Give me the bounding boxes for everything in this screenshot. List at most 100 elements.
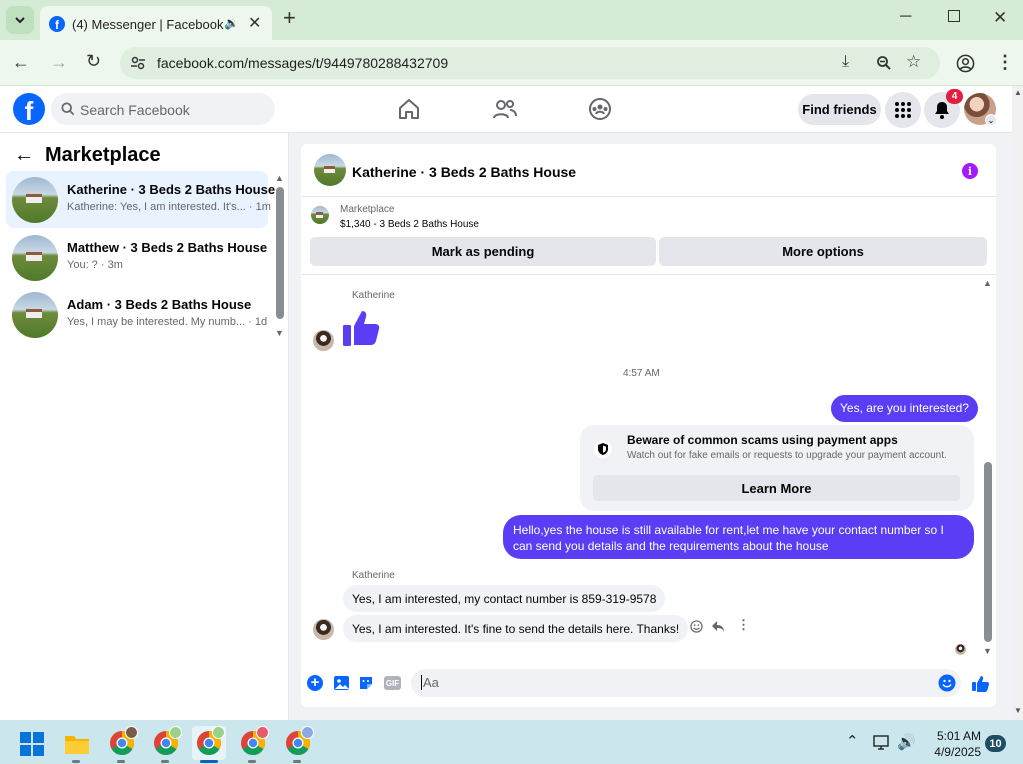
conversation-title: Katherine · 3 Beds 2 Baths House bbox=[67, 182, 276, 197]
sender-name: Katherine bbox=[352, 290, 395, 301]
reply-icon[interactable] bbox=[711, 620, 725, 633]
profile-badge bbox=[212, 726, 225, 739]
browser-menu-icon[interactable]: ⋮ bbox=[996, 52, 1014, 73]
running-indicator bbox=[293, 760, 301, 763]
chrome-profile-2-icon[interactable] bbox=[149, 726, 183, 760]
incoming-message[interactable]: Yes, I am interested, my contact number … bbox=[343, 585, 666, 612]
bookmark-star-icon[interactable]: ☆ bbox=[906, 52, 921, 72]
forward-arrow-icon[interactable]: → bbox=[50, 52, 68, 73]
scrollbar-thumb[interactable] bbox=[984, 462, 992, 642]
scam-warning-title: Beware of common scams using payment app… bbox=[627, 433, 898, 447]
scroll-up-icon[interactable]: ▲ bbox=[1014, 88, 1022, 97]
running-indicator bbox=[248, 760, 256, 763]
learn-more-button[interactable]: Learn More bbox=[593, 475, 960, 501]
friends-icon[interactable] bbox=[492, 98, 518, 120]
add-attachment-icon[interactable]: + bbox=[307, 675, 323, 691]
sender-avatar[interactable] bbox=[313, 330, 334, 351]
home-icon[interactable] bbox=[397, 98, 421, 120]
chrome-profile-5-icon[interactable] bbox=[281, 726, 315, 760]
conversation-item[interactable]: Matthew · 3 Beds 2 Baths House You: ? · … bbox=[6, 229, 268, 286]
gif-icon[interactable]: GIF bbox=[384, 676, 401, 690]
chat-title[interactable]: Katherine · 3 Beds 2 Baths House bbox=[352, 164, 576, 180]
tab-title: (4) Messenger | Facebook bbox=[72, 17, 224, 32]
conversation-list-scrollbar[interactable]: ▲ ▼ bbox=[275, 173, 285, 338]
conversation-preview: Yes, I may be interested. My numb... · 1… bbox=[67, 316, 268, 328]
clock-time[interactable]: 5:01 AM bbox=[929, 729, 981, 743]
address-bar[interactable]: facebook.com/messages/t/9449780288432709… bbox=[120, 47, 940, 79]
groups-icon[interactable] bbox=[588, 97, 612, 121]
notification-center-badge[interactable]: 10 bbox=[985, 735, 1006, 752]
back-arrow-icon[interactable]: ← bbox=[14, 144, 34, 167]
page-scrollbar[interactable]: ▲ ▼ bbox=[1012, 86, 1023, 720]
site-info-icon[interactable] bbox=[130, 55, 146, 71]
conversation-title: Matthew · 3 Beds 2 Baths House bbox=[67, 240, 268, 255]
profile-badge bbox=[301, 726, 314, 739]
facebook-favicon-icon: f bbox=[49, 16, 65, 32]
back-arrow-icon[interactable]: ← bbox=[12, 52, 30, 73]
clock-date[interactable]: 4/9/2025 bbox=[929, 745, 981, 759]
scroll-down-icon[interactable]: ▼ bbox=[275, 328, 284, 338]
outgoing-message[interactable]: Yes, are you interested? bbox=[831, 395, 978, 422]
more-options-button[interactable]: More options bbox=[659, 237, 987, 266]
info-icon[interactable]: i bbox=[962, 163, 978, 179]
listing-price-title[interactable]: $1,340 - 3 Beds 2 Baths House bbox=[340, 219, 479, 230]
chat-window: Katherine · 3 Beds 2 Baths House i Marke… bbox=[301, 144, 996, 707]
windows-start-icon[interactable] bbox=[20, 732, 44, 756]
close-window-icon[interactable]: ✕ bbox=[993, 8, 1007, 28]
find-friends-button[interactable]: Find friends bbox=[798, 94, 881, 125]
browser-tab-active[interactable]: f (4) Messenger | Facebook 🔉 ✕ bbox=[40, 6, 272, 40]
send-like-icon[interactable] bbox=[971, 675, 989, 692]
sticker-icon[interactable] bbox=[358, 675, 374, 691]
maximize-icon[interactable] bbox=[948, 10, 960, 22]
reload-icon[interactable]: ↻ bbox=[86, 51, 101, 72]
chat-listing-avatar[interactable] bbox=[314, 154, 346, 186]
show-hidden-icons-chevron-icon[interactable]: ⌃ bbox=[846, 732, 859, 750]
mark-as-pending-button[interactable]: Mark as pending bbox=[310, 237, 656, 266]
speaker-icon[interactable]: 🔉 bbox=[224, 16, 239, 30]
search-facebook-input[interactable]: Search Facebook bbox=[51, 93, 275, 125]
running-indicator bbox=[161, 760, 169, 763]
scroll-down-icon[interactable]: ▼ bbox=[983, 646, 992, 656]
zoom-icon[interactable] bbox=[876, 55, 892, 71]
install-app-icon[interactable]: ⤓ bbox=[842, 53, 849, 71]
outgoing-message[interactable]: Hello,yes the house is still available f… bbox=[503, 515, 974, 559]
messages-scrollbar[interactable]: ▲ ▼ bbox=[983, 278, 993, 660]
bell-icon bbox=[935, 102, 949, 119]
conversation-preview: Katherine: Yes, I am interested. It's...… bbox=[67, 201, 271, 213]
scrollbar-thumb[interactable] bbox=[276, 187, 284, 319]
incoming-message[interactable]: Yes, I am interested. It's fine to send … bbox=[343, 615, 689, 642]
close-tab-icon[interactable]: ✕ bbox=[248, 13, 261, 33]
emoji-icon[interactable] bbox=[938, 674, 956, 692]
menu-button[interactable] bbox=[885, 92, 921, 128]
sender-avatar[interactable] bbox=[313, 619, 334, 640]
chrome-profile-4-icon[interactable] bbox=[236, 726, 270, 760]
scroll-up-icon[interactable]: ▲ bbox=[275, 173, 284, 183]
chrome-profile-1-icon[interactable] bbox=[105, 726, 139, 760]
new-tab-icon[interactable]: + bbox=[283, 7, 296, 29]
react-emoji-icon[interactable] bbox=[690, 620, 703, 633]
account-chevron-icon[interactable]: ⌄ bbox=[985, 114, 997, 126]
volume-icon[interactable]: 🔊 bbox=[897, 733, 916, 751]
photo-icon[interactable] bbox=[333, 675, 350, 691]
message-input[interactable]: Aa bbox=[411, 669, 961, 697]
conversation-preview: You: ? · 3m bbox=[67, 259, 123, 271]
apps-grid-icon bbox=[895, 102, 911, 118]
chrome-profile-3-icon-active[interactable] bbox=[192, 726, 226, 760]
scroll-up-icon[interactable]: ▲ bbox=[983, 278, 992, 288]
file-explorer-icon[interactable] bbox=[64, 733, 90, 755]
minimize-icon[interactable]: ─ bbox=[900, 8, 911, 26]
facebook-logo-icon[interactable]: f bbox=[13, 93, 45, 125]
url-text: facebook.com/messages/t/9449780288432709 bbox=[157, 55, 449, 71]
browser-tab-strip: f (4) Messenger | Facebook 🔉 ✕ + ─ ✕ bbox=[0, 0, 1023, 40]
scroll-down-icon[interactable]: ▼ bbox=[1014, 706, 1022, 715]
seen-avatar bbox=[955, 644, 966, 655]
network-icon[interactable] bbox=[873, 735, 891, 751]
thumbs-up-icon[interactable] bbox=[341, 308, 381, 348]
more-actions-icon[interactable]: ⋮ bbox=[737, 617, 750, 633]
conversation-item[interactable]: Adam · 3 Beds 2 Baths House Yes, I may b… bbox=[6, 286, 268, 343]
listing-small-thumbnail[interactable] bbox=[311, 206, 329, 224]
listing-thumbnail bbox=[12, 292, 58, 338]
conversation-item[interactable]: Katherine · 3 Beds 2 Baths House Katheri… bbox=[6, 171, 275, 228]
tab-search-button[interactable] bbox=[6, 6, 34, 34]
profile-icon[interactable] bbox=[956, 54, 975, 73]
